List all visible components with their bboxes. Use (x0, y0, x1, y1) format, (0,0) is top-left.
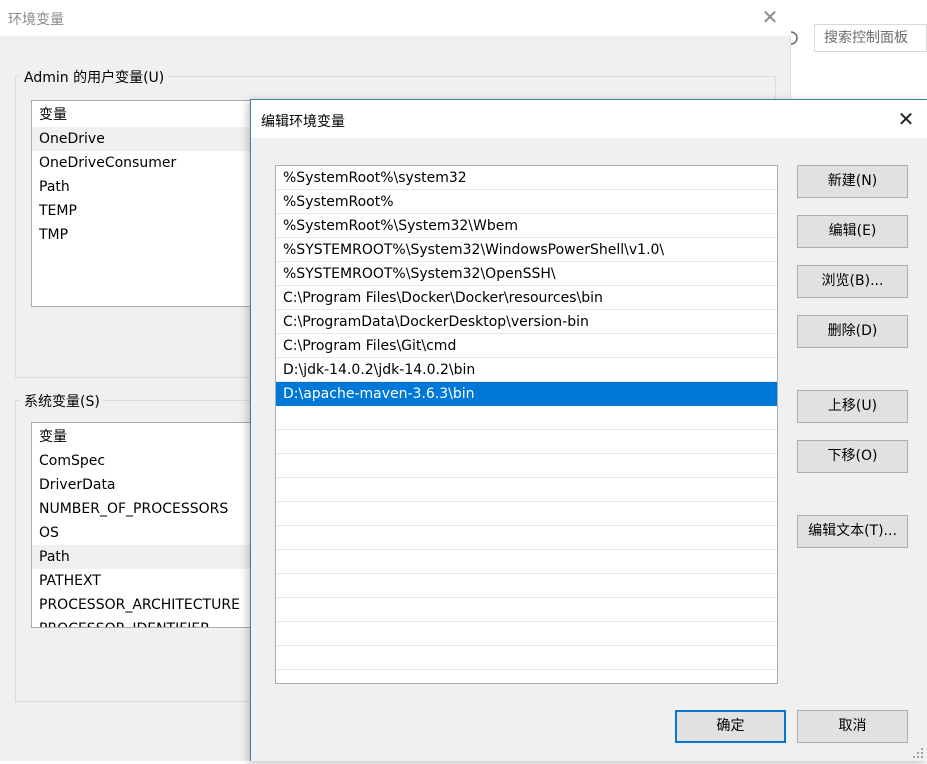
ok-button[interactable]: 确定 (675, 710, 786, 743)
user-vars-group-label: Admin 的用户变量(U) (20, 67, 169, 87)
list-item[interactable]: ComSpec (32, 449, 260, 473)
path-item[interactable]: C:\Program Files\Docker\Docker\resources… (276, 286, 777, 310)
empty-row[interactable] (276, 598, 777, 622)
list-item[interactable]: OS (32, 521, 260, 545)
list-header-variable[interactable]: 变量 (32, 425, 260, 449)
list-item[interactable]: TEMP (32, 199, 260, 223)
path-item[interactable]: %SYSTEMROOT%\System32\OpenSSH\ (276, 262, 777, 286)
empty-row[interactable] (276, 478, 777, 502)
list-item[interactable]: Path (32, 545, 260, 569)
empty-row[interactable] (276, 550, 777, 574)
browse-button[interactable]: 浏览(B)... (797, 265, 908, 298)
new-button[interactable]: 新建(N) (797, 165, 908, 198)
empty-row[interactable] (276, 646, 777, 670)
search-input[interactable]: 搜索控制面板 (814, 24, 927, 52)
move-down-button[interactable]: 下移(O) (797, 440, 908, 473)
list-item[interactable]: PROCESSOR_ARCHITECTURE (32, 593, 260, 617)
list-item[interactable]: DriverData (32, 473, 260, 497)
move-up-button[interactable]: 上移(U) (797, 390, 908, 423)
list-item[interactable]: PATHEXT (32, 569, 260, 593)
path-item-selected[interactable]: D:\apache-maven-3.6.3\bin (276, 382, 777, 406)
empty-row[interactable] (276, 622, 777, 646)
path-item[interactable]: C:\Program Files\Git\cmd (276, 334, 777, 358)
path-list[interactable]: %SystemRoot%\system32 %SystemRoot% %Syst… (275, 165, 778, 684)
system-vars-group-label: 系统变量(S) (20, 391, 104, 411)
empty-row[interactable] (276, 574, 777, 598)
cancel-button[interactable]: 取消 (797, 710, 908, 743)
list-item[interactable]: NUMBER_OF_PROCESSORS (32, 497, 260, 521)
list-item[interactable]: OneDrive (32, 127, 260, 151)
empty-row[interactable] (276, 526, 777, 550)
env-window-title: 环境变量 (8, 12, 64, 28)
empty-row[interactable] (276, 430, 777, 454)
path-item[interactable]: D:\jdk-14.0.2\jdk-14.0.2\bin (276, 358, 777, 382)
dialog-title: 编辑环境变量 (261, 114, 345, 130)
list-item[interactable]: TMP (32, 223, 260, 247)
user-vars-list[interactable]: 变量 OneDrive OneDriveConsumer Path TEMP T… (31, 100, 261, 307)
resize-grip-icon[interactable] (911, 746, 925, 760)
path-item[interactable]: %SystemRoot%\System32\Wbem (276, 214, 777, 238)
system-vars-list[interactable]: 变量 ComSpec DriverData NUMBER_OF_PROCESSO… (31, 422, 261, 628)
empty-row[interactable] (276, 502, 777, 526)
close-icon[interactable]: ✕ (760, 6, 780, 28)
edit-button[interactable]: 编辑(E) (797, 215, 908, 248)
path-item[interactable]: %SYSTEMROOT%\System32\WindowsPowerShell\… (276, 238, 777, 262)
empty-row[interactable] (276, 406, 777, 430)
list-header-variable[interactable]: 变量 (32, 103, 260, 127)
list-item[interactable]: PROCESSOR_IDENTIFIER (32, 617, 260, 627)
path-item[interactable]: C:\ProgramData\DockerDesktop\version-bin (276, 310, 777, 334)
list-item[interactable]: OneDriveConsumer (32, 151, 260, 175)
edit-env-variable-dialog: 编辑环境变量 ✕ %SystemRoot%\system32 %SystemRo… (250, 99, 927, 761)
delete-button[interactable]: 删除(D) (797, 315, 908, 348)
refresh-icon[interactable] (791, 27, 801, 49)
dialog-titlebar: 编辑环境变量 ✕ (251, 100, 927, 138)
close-icon[interactable]: ✕ (894, 108, 918, 132)
env-window-titlebar: 环境变量 ✕ (0, 0, 791, 36)
edit-text-button[interactable]: 编辑文本(T)... (797, 515, 908, 548)
path-item[interactable]: %SystemRoot%\system32 (276, 166, 777, 190)
empty-row[interactable] (276, 454, 777, 478)
list-item[interactable]: Path (32, 175, 260, 199)
path-item[interactable]: %SystemRoot% (276, 190, 777, 214)
